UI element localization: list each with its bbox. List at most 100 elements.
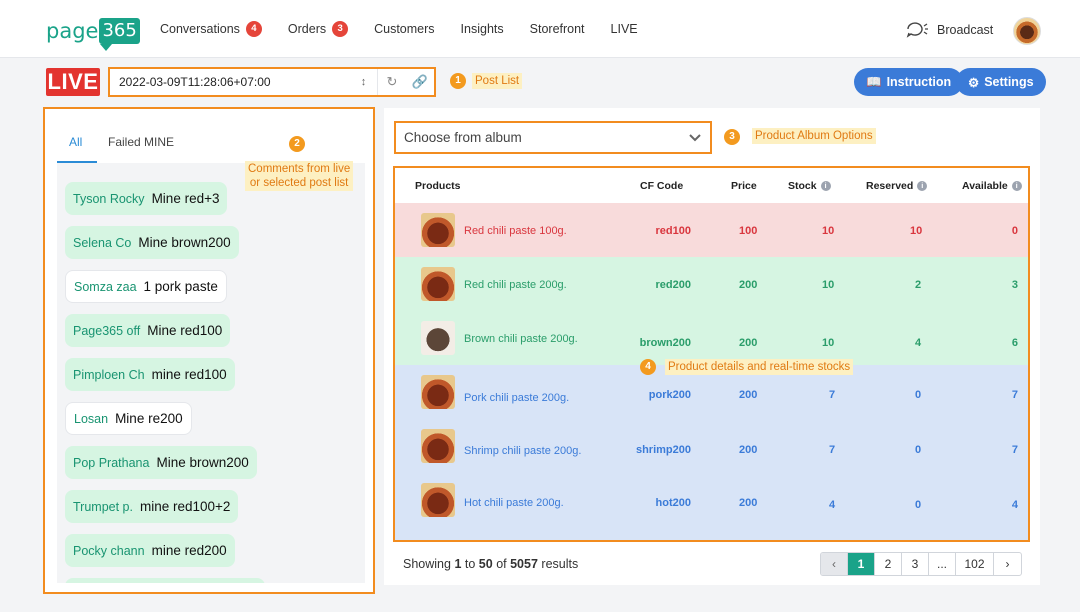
tab-failed-mine[interactable]: Failed MINE <box>108 135 174 149</box>
top-nav: page 365 Conversations 4 Orders 3 Custom… <box>0 0 1080 58</box>
album-select[interactable]: Choose from album <box>394 121 712 154</box>
cf-code: red200 <box>655 279 691 291</box>
comment-item[interactable]: Somza zaa 1 pork paste <box>65 270 227 303</box>
chevron-down-icon <box>689 133 701 141</box>
stock: 10 <box>822 279 835 291</box>
comment-author: Somza zaa <box>74 279 137 294</box>
product-name: Red chili paste 100g. <box>464 225 567 237</box>
comment-item[interactable]: Trumpet p. mine red100+2 <box>65 490 239 523</box>
info-icon[interactable]: i <box>820 181 831 191</box>
comment-item[interactable]: Pocky chann mine red200 <box>65 534 235 567</box>
comment-text: mine red200 <box>151 543 227 558</box>
table-header: Products CF Code Price Stock i Reserved i … <box>395 168 1028 203</box>
instruction-button[interactable]: 📖 Instruction <box>854 68 964 96</box>
comment-item[interactable]: Pop Prathana Mine brown200 <box>65 446 257 479</box>
product-thumbnail <box>421 321 455 355</box>
showing-to: 50 <box>478 557 493 571</box>
nav-storefront[interactable]: Storefront <box>530 22 585 36</box>
comment-author: Pop Prathana <box>73 455 150 470</box>
header-price: Price <box>731 180 757 192</box>
products-table: Products CF Code Price Stock i Reserved i … <box>393 166 1030 542</box>
comment-text: mine red100+2 <box>139 499 231 514</box>
page-button[interactable]: 1 <box>848 553 875 575</box>
table-row[interactable]: Shrimp chili paste 200g. shrimp200 200 7… <box>395 419 1028 473</box>
price: 200 <box>739 279 758 291</box>
showing-total: 5057 <box>510 557 538 571</box>
comment-item[interactable]: Page365 off Mine red100 <box>65 314 231 347</box>
up-down-chevron-icon[interactable]: ↕ <box>350 69 378 95</box>
cf-code: pork200 <box>648 389 691 401</box>
page-button[interactable]: 2 <box>875 553 902 575</box>
comment-item[interactable]: Tyson Rocky Mine red+3 <box>65 182 228 215</box>
book-icon: 📖 <box>866 74 882 89</box>
available: 3 <box>1011 279 1018 291</box>
prev-page-button[interactable]: ‹ <box>821 553 848 575</box>
page365-logo[interactable]: page 365 <box>46 16 140 51</box>
tab-all[interactable]: All <box>69 135 82 149</box>
nav-orders-label: Orders <box>287 22 327 36</box>
next-page-button[interactable]: › <box>994 553 1021 575</box>
broadcast-button[interactable]: Broadcast <box>905 20 993 40</box>
page-ellipsis: ... <box>929 553 956 575</box>
product-thumbnail <box>421 213 455 247</box>
info-icon[interactable]: i <box>917 181 928 191</box>
comment-author: Page365 off <box>73 323 141 338</box>
stock: 7 <box>829 444 836 456</box>
annotation-4-label: Product details and real-time stocks <box>665 359 854 375</box>
table-row[interactable]: Red chili paste 200g. red200 200 10 2 3 <box>395 257 1028 311</box>
comment-item[interactable]: Selena Co Mine brown200 <box>65 226 239 259</box>
gear-icon: ⚙ <box>968 75 980 90</box>
user-avatar[interactable] <box>1013 17 1041 45</box>
link-icon[interactable]: 🔗 <box>406 69 434 95</box>
conversations-badge: 4 <box>245 21 262 37</box>
nav-live[interactable]: LIVE <box>611 22 638 36</box>
settings-button[interactable]: ⚙ Settings <box>956 68 1046 96</box>
product-thumbnail <box>421 483 455 517</box>
settings-label: Settings <box>984 75 1034 89</box>
nav-insights[interactable]: Insights <box>461 22 504 36</box>
product-thumbnail <box>421 429 455 463</box>
table-row[interactable]: Hot chili paste 200g. hot200 200 4 0 4 <box>395 473 1028 540</box>
page-button[interactable]: 3 <box>902 553 929 575</box>
refresh-icon[interactable]: ↻ <box>378 69 406 95</box>
comment-item-partial[interactable] <box>65 578 265 583</box>
header-available-label: Available <box>962 180 1008 192</box>
stock: 10 <box>822 337 835 349</box>
showing-prefix: Showing <box>403 557 451 571</box>
table-row[interactable]: Brown chili paste 200g. brown200 200 10 … <box>395 311 1028 365</box>
table-row[interactable]: Red chili paste 100g. red100 100 10 10 0 <box>395 203 1028 257</box>
comment-item[interactable]: Losan Mine re200 <box>65 402 192 435</box>
post-list-select[interactable]: 2022-03-09T11:28:06+07:00 ↕ ↻ 🔗 <box>108 67 436 97</box>
page-button[interactable]: 102 <box>956 553 994 575</box>
logo-tail <box>100 44 112 51</box>
comment-text: Mine red+3 <box>151 191 220 206</box>
results-summary: Showing 1 to 50 of 5057 results <box>403 557 578 571</box>
annotation-3-number: 3 <box>724 129 740 145</box>
nav-orders[interactable]: Orders 3 <box>287 21 349 37</box>
annotation-2-line-2: or selected post list <box>249 177 349 189</box>
header-products: Products <box>415 180 461 192</box>
reserved: 0 <box>915 444 922 456</box>
comment-author: Tyson Rocky <box>73 191 145 206</box>
annotation-1-number: 1 <box>450 73 466 89</box>
price: 200 <box>739 389 758 401</box>
comment-author: Losan <box>74 411 109 426</box>
price: 200 <box>739 497 758 509</box>
orders-badge: 3 <box>332 21 349 37</box>
album-select-value: Choose from album <box>404 130 522 145</box>
nav-customers[interactable]: Customers <box>374 22 434 36</box>
nav-conversations[interactable]: Conversations 4 <box>160 21 262 37</box>
cf-code: red100 <box>655 225 691 237</box>
comment-tabs: All Failed MINE <box>57 123 365 163</box>
pagination: ‹ 1 2 3 ... 102 › <box>820 552 1022 576</box>
comment-text: 1 pork paste <box>143 279 218 294</box>
cf-code: shrimp200 <box>635 444 691 456</box>
product-name: Pork chili paste 200g. <box>464 392 570 404</box>
product-thumbnail <box>421 267 455 301</box>
info-icon[interactable]: i <box>1011 181 1022 191</box>
comment-text: Mine brown200 <box>156 455 249 470</box>
comment-item[interactable]: Pimploen Ch mine red100 <box>65 358 235 391</box>
cf-code: hot200 <box>655 497 691 509</box>
logo-box: 365 <box>99 18 140 44</box>
reserved: 10 <box>910 225 923 237</box>
